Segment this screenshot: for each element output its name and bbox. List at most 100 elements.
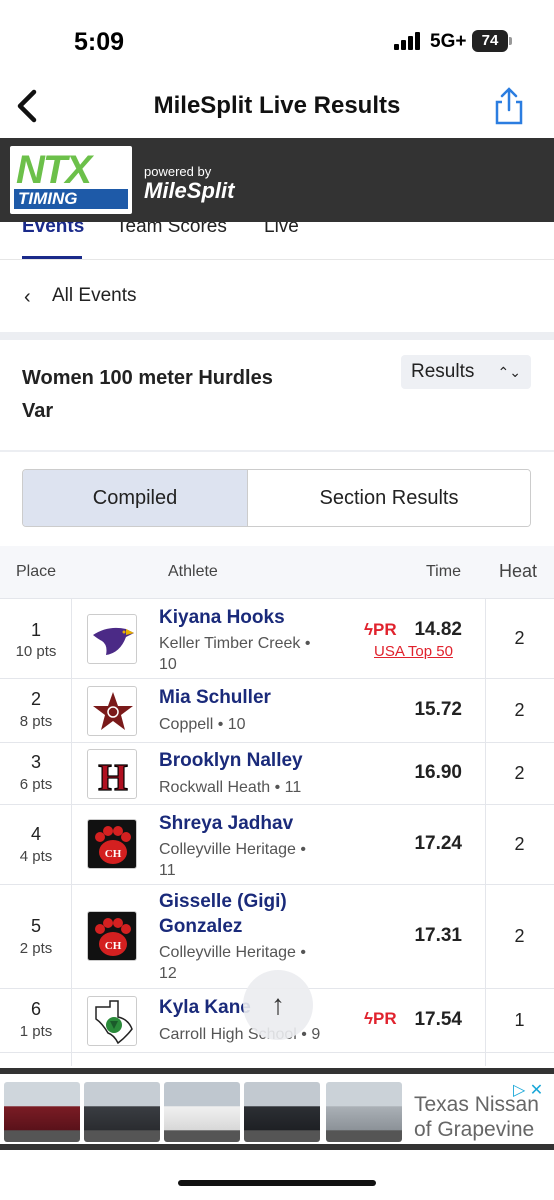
all-events-label: All Events	[52, 285, 137, 306]
car-image	[326, 1082, 402, 1142]
athlete-name[interactable]: Kiyana Hooks	[159, 605, 285, 630]
athlete-name[interactable]: Kyla Kane	[159, 995, 251, 1020]
page-title: MileSplit Live Results	[153, 92, 401, 119]
event-title-line1: Women 100 meter Hurdles	[22, 367, 273, 389]
scroll-to-top-button[interactable]: ↑	[243, 970, 313, 1040]
athlete-name[interactable]: Mia Schuller	[159, 685, 271, 710]
athlete-school: Keller Timber Creek •	[159, 635, 311, 652]
all-events-link[interactable]: ‹ All Events	[0, 262, 554, 332]
ntx-timing-logo: NTX TIMING	[10, 146, 132, 214]
result-time: 17.24	[414, 833, 462, 854]
svg-text:CH: CH	[105, 940, 122, 952]
result-time: 16.90	[414, 762, 462, 783]
tab-team-scores[interactable]: Team Scores	[116, 222, 227, 238]
ad-choices-icon[interactable]: ▷ ✕	[513, 1080, 543, 1100]
points: 6 pts	[19, 776, 53, 793]
table-header: Place Athlete Time Heat	[0, 546, 554, 598]
car-image	[4, 1082, 80, 1142]
svg-text:H: H	[98, 757, 128, 799]
result-time: 14.82	[414, 619, 462, 640]
athlete-name[interactable]: Shreya Jadhav	[159, 811, 293, 836]
heat: 1	[514, 1010, 525, 1030]
ad-banner[interactable]: Texas Nissan of Grapevine ▷ ✕	[0, 1068, 554, 1150]
tab-live[interactable]: Live	[264, 222, 299, 238]
result-time: 15.72	[414, 699, 462, 720]
active-tab-indicator	[22, 256, 82, 259]
athlete-grade: 11	[159, 862, 176, 879]
points: 10 pts	[15, 643, 57, 660]
athlete-name-line2: Gonzalez	[159, 916, 243, 937]
result-time: 17.54	[414, 1009, 462, 1030]
pr-badge: ϟPR	[364, 1009, 397, 1029]
home-indicator	[178, 1180, 376, 1186]
share-icon[interactable]	[492, 86, 526, 126]
updown-chevron-icon: ⌃⌄	[497, 364, 521, 380]
pr-badge: ϟPR	[364, 620, 397, 640]
athlete-grade: 10	[159, 656, 177, 673]
tab-events[interactable]: Events	[22, 222, 84, 238]
table-row[interactable]	[0, 1052, 554, 1066]
athlete-name-line1: Gisselle (Gigi)	[159, 891, 287, 912]
divider	[0, 332, 554, 340]
segment-section-results[interactable]: Section Results	[248, 470, 530, 526]
ad-line2: of Grapevine	[414, 1118, 535, 1141]
timing-banner: NTX TIMING	[0, 138, 554, 222]
usa-top-50-link[interactable]: USA Top 50	[374, 643, 453, 660]
place: 4	[30, 824, 41, 844]
pr-label: PR	[373, 1009, 397, 1028]
athlete-school: Rockwall Heath • 11	[159, 779, 302, 796]
team-logo-icon	[87, 686, 137, 736]
table-row[interactable]: 1 10 pts Kiyana Hooks Keller Timber Cree…	[0, 598, 554, 678]
milesplit-logo: MileSplit	[144, 178, 235, 203]
tab-bar: Events Team Scores Live	[0, 222, 554, 260]
table-row[interactable]: 3 6 pts H Brooklyn Nalley Rockwall Heath…	[0, 742, 554, 804]
event-title-line2: Var	[22, 400, 54, 422]
team-logo-icon	[87, 614, 137, 664]
battery-icon: 74	[472, 30, 508, 52]
athlete-name[interactable]: Brooklyn Nalley	[159, 748, 303, 773]
heat: 2	[514, 763, 525, 783]
heat: 2	[514, 926, 525, 946]
segment-compiled[interactable]: Compiled	[23, 470, 248, 526]
heat: 2	[514, 700, 525, 720]
points: 8 pts	[19, 713, 53, 730]
arrow-up-icon: ↑	[271, 989, 285, 1020]
battery-tip	[509, 37, 512, 45]
status-bar: 5:09 5G+ 74	[0, 0, 554, 80]
place-cell	[0, 1053, 72, 1066]
network-label: 5G+	[430, 31, 467, 52]
place: 3	[30, 752, 41, 772]
place: 2	[30, 689, 41, 709]
header-place: Place	[16, 563, 57, 580]
pr-label: PR	[373, 620, 397, 639]
view-select-value: Results	[411, 361, 475, 382]
lightning-icon: ϟ	[364, 1009, 373, 1028]
header-athlete: Athlete	[168, 563, 218, 580]
athlete-school: Colleyville Heritage •	[159, 841, 306, 858]
header-heat: Heat	[499, 561, 538, 581]
team-logo-icon	[87, 996, 137, 1046]
points: 4 pts	[19, 848, 53, 865]
team-logo-icon: CH	[87, 911, 137, 961]
table-row[interactable]: 4 4 pts CH Shreya Jadhav Colleyville Her…	[0, 804, 554, 884]
status-time: 5:09	[74, 28, 125, 56]
nav-bar: MileSplit Live Results	[0, 80, 554, 138]
header-time: Time	[426, 563, 461, 580]
place: 6	[30, 999, 41, 1019]
points: 1 pts	[19, 1023, 53, 1040]
athlete-grade: 12	[159, 965, 177, 982]
car-image	[84, 1082, 160, 1142]
heat-cell	[485, 1053, 554, 1066]
athlete-school: Colleyville Heritage •	[159, 944, 306, 961]
heat: 2	[514, 628, 525, 648]
points: 2 pts	[19, 940, 53, 957]
place: 1	[30, 620, 41, 640]
athlete-name[interactable]: Gisselle (Gigi) Gonzalez	[159, 889, 287, 939]
logo-letters: NTX	[16, 148, 92, 192]
view-select[interactable]: Results ⌃⌄	[401, 355, 531, 389]
car-image	[244, 1082, 320, 1142]
powered-by-label: powered by	[144, 164, 212, 179]
event-title: Women 100 meter Hurdles Var	[22, 362, 322, 428]
table-row[interactable]: 2 8 pts Mia Schuller Coppell • 10 15.72 …	[0, 678, 554, 742]
divider	[0, 450, 554, 452]
